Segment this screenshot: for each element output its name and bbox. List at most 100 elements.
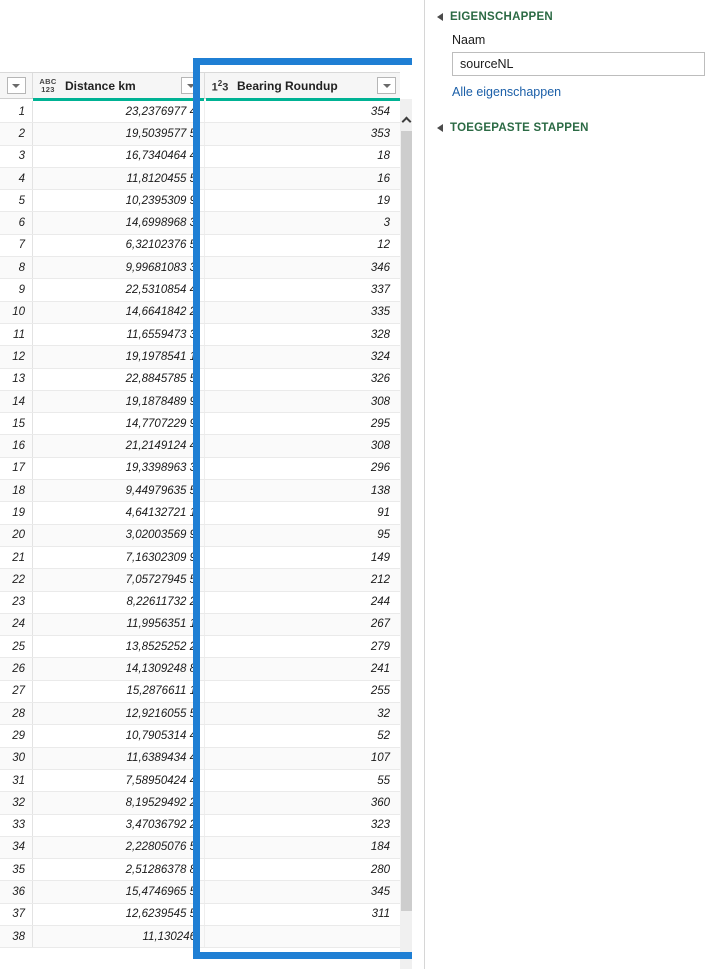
- table-row[interactable]: 37 12,6239545 5 311: [0, 903, 400, 926]
- row-index-cell[interactable]: 3: [0, 145, 33, 167]
- cell-bearing-roundup[interactable]: 244: [205, 592, 400, 613]
- row-index-cell[interactable]: 38: [0, 925, 33, 948]
- grid-body[interactable]: 1 23,2376977 4 354 2 19,5039577 5 353 3 16,7340…: [0, 101, 400, 969]
- cell-bearing-roundup[interactable]: 311: [205, 904, 400, 925]
- row-index-cell[interactable]: 25: [0, 636, 33, 658]
- table-row[interactable]: 7 6,32102376 5 12: [0, 234, 400, 258]
- cell-bearing-roundup[interactable]: 335: [205, 302, 400, 323]
- scrollbar-thumb[interactable]: [401, 131, 412, 911]
- cell-distance-km[interactable]: 7,05727945 5: [33, 569, 205, 591]
- row-index-cell[interactable]: 20: [0, 524, 33, 546]
- table-row[interactable]: 24 11,9956351 1 267: [0, 613, 400, 637]
- cell-distance-km[interactable]: 3,02003569 9: [33, 524, 205, 546]
- table-row[interactable]: 31 7,58950424 4 55: [0, 769, 400, 793]
- cell-distance-km[interactable]: 3,47036792 2: [33, 814, 205, 836]
- table-row[interactable]: 32 8,19529492 2 360: [0, 792, 400, 815]
- cell-distance-km[interactable]: 12,6239545 5: [33, 903, 205, 925]
- row-index-cell[interactable]: 2: [0, 123, 33, 145]
- cell-bearing-roundup[interactable]: 308: [205, 435, 400, 456]
- row-index-cell[interactable]: 27: [0, 680, 33, 703]
- cell-distance-km[interactable]: 8,22611732 2: [33, 591, 205, 613]
- cell-distance-km[interactable]: 16,7340464 4: [33, 145, 205, 167]
- cell-distance-km[interactable]: 10,2395309 9: [33, 190, 205, 212]
- table-row[interactable]: 34 2,22805076 5 184: [0, 836, 400, 860]
- table-row[interactable]: 4 11,8120455 5 16: [0, 167, 400, 191]
- cell-bearing-roundup[interactable]: 19: [205, 190, 400, 211]
- table-row[interactable]: 17 19,3398963 3 296: [0, 457, 400, 481]
- cell-distance-km[interactable]: 14,7707229 9: [33, 413, 205, 435]
- table-row[interactable]: 15 14,7707229 9 295: [0, 413, 400, 436]
- cell-distance-km[interactable]: 11,8120455 5: [33, 167, 205, 190]
- collapse-triangle-icon[interactable]: [437, 124, 443, 132]
- row-index-cell[interactable]: 1: [0, 101, 33, 123]
- cell-bearing-roundup[interactable]: 55: [205, 770, 400, 791]
- table-row[interactable]: 19 4,64132721 1 91: [0, 502, 400, 525]
- table-row[interactable]: 29 10,7905314 4 52: [0, 725, 400, 748]
- cell-bearing-roundup[interactable]: 360: [205, 792, 400, 813]
- row-index-cell[interactable]: 19: [0, 502, 33, 524]
- table-row[interactable]: 22 7,05727945 5 212: [0, 569, 400, 592]
- cell-bearing-roundup[interactable]: 308: [205, 391, 400, 412]
- row-index-cell[interactable]: 35: [0, 859, 33, 881]
- table-row[interactable]: 14 19,1878489 9 308: [0, 390, 400, 414]
- cell-distance-km[interactable]: 9,44979635 5: [33, 480, 205, 502]
- cell-distance-km[interactable]: 23,2376977 4: [33, 101, 205, 123]
- table-row[interactable]: 21 7,16302309 9 149: [0, 546, 400, 570]
- cell-bearing-roundup[interactable]: 3: [205, 212, 400, 233]
- cell-distance-km[interactable]: 15,2876611 1: [33, 680, 205, 703]
- row-index-cell[interactable]: 26: [0, 658, 33, 680]
- cell-bearing-roundup[interactable]: 345: [205, 881, 400, 902]
- column-header-bearing-roundup[interactable]: 123 Bearing Roundup: [205, 73, 400, 98]
- collapse-triangle-icon[interactable]: [437, 13, 443, 21]
- cell-distance-km[interactable]: 6,32102376 5: [33, 234, 205, 257]
- table-row[interactable]: 33 3,47036792 2 323: [0, 814, 400, 837]
- row-index-cell[interactable]: 9: [0, 279, 33, 301]
- table-row[interactable]: 16 21,2149124 4 308: [0, 435, 400, 458]
- cell-bearing-roundup[interactable]: 241: [205, 658, 400, 679]
- column-header-distance-km[interactable]: ABC 123 Distance km: [33, 73, 205, 98]
- table-row[interactable]: 38 11,130246: [0, 925, 400, 949]
- table-row[interactable]: 12 19,1978541 1 324: [0, 346, 400, 369]
- table-row[interactable]: 35 2,51286378 8 280: [0, 859, 400, 882]
- properties-section-header[interactable]: EIGENSCHAPPEN: [425, 11, 553, 23]
- cell-distance-km[interactable]: 21,2149124 4: [33, 435, 205, 457]
- row-index-cell[interactable]: 17: [0, 457, 33, 480]
- row-index-cell[interactable]: 37: [0, 903, 33, 925]
- cell-bearing-roundup[interactable]: 255: [205, 681, 400, 702]
- cell-bearing-roundup[interactable]: 107: [205, 748, 400, 769]
- cell-distance-km[interactable]: 7,58950424 4: [33, 769, 205, 792]
- table-row[interactable]: 18 9,44979635 5 138: [0, 480, 400, 503]
- cell-bearing-roundup[interactable]: 267: [205, 614, 400, 635]
- row-index-cell[interactable]: 29: [0, 725, 33, 747]
- grid-select-all-header[interactable]: [0, 73, 33, 98]
- scroll-up-button[interactable]: [400, 113, 412, 127]
- cell-distance-km[interactable]: 19,3398963 3: [33, 457, 205, 480]
- column-filter-dropdown-distance-km[interactable]: [181, 77, 200, 94]
- cell-bearing-roundup[interactable]: 16: [205, 168, 400, 189]
- cell-bearing-roundup[interactable]: 279: [205, 636, 400, 657]
- row-index-cell[interactable]: 7: [0, 234, 33, 257]
- table-row[interactable]: 6 14,6998968 33: [0, 212, 400, 235]
- query-name-input[interactable]: [452, 52, 705, 76]
- row-index-cell[interactable]: 11: [0, 323, 33, 346]
- cell-bearing-roundup[interactable]: [205, 926, 400, 947]
- table-row[interactable]: 20 3,02003569 9 95: [0, 524, 400, 547]
- cell-distance-km[interactable]: 7,16302309 9: [33, 546, 205, 569]
- cell-distance-km[interactable]: 14,1309248 8: [33, 658, 205, 680]
- cell-distance-km[interactable]: 22,5310854 4: [33, 279, 205, 301]
- column-filter-dropdown-bearing-roundup[interactable]: [377, 77, 396, 94]
- row-index-cell[interactable]: 13: [0, 368, 33, 390]
- table-row[interactable]: 36 15,4746965 5 345: [0, 881, 400, 904]
- row-index-cell[interactable]: 18: [0, 480, 33, 502]
- cell-bearing-roundup[interactable]: 184: [205, 837, 400, 858]
- row-index-cell[interactable]: 14: [0, 390, 33, 413]
- row-index-cell[interactable]: 6: [0, 212, 33, 234]
- cell-distance-km[interactable]: 11,130246: [33, 925, 205, 948]
- cell-bearing-roundup[interactable]: 353: [205, 123, 400, 144]
- cell-bearing-roundup[interactable]: 328: [205, 324, 400, 345]
- row-index-cell[interactable]: 16: [0, 435, 33, 457]
- cell-distance-km[interactable]: 10,7905314 4: [33, 725, 205, 747]
- applied-steps-section-header[interactable]: TOEGEPASTE STAPPEN: [425, 122, 589, 134]
- row-index-cell[interactable]: 30: [0, 747, 33, 769]
- cell-bearing-roundup[interactable]: 337: [205, 279, 400, 300]
